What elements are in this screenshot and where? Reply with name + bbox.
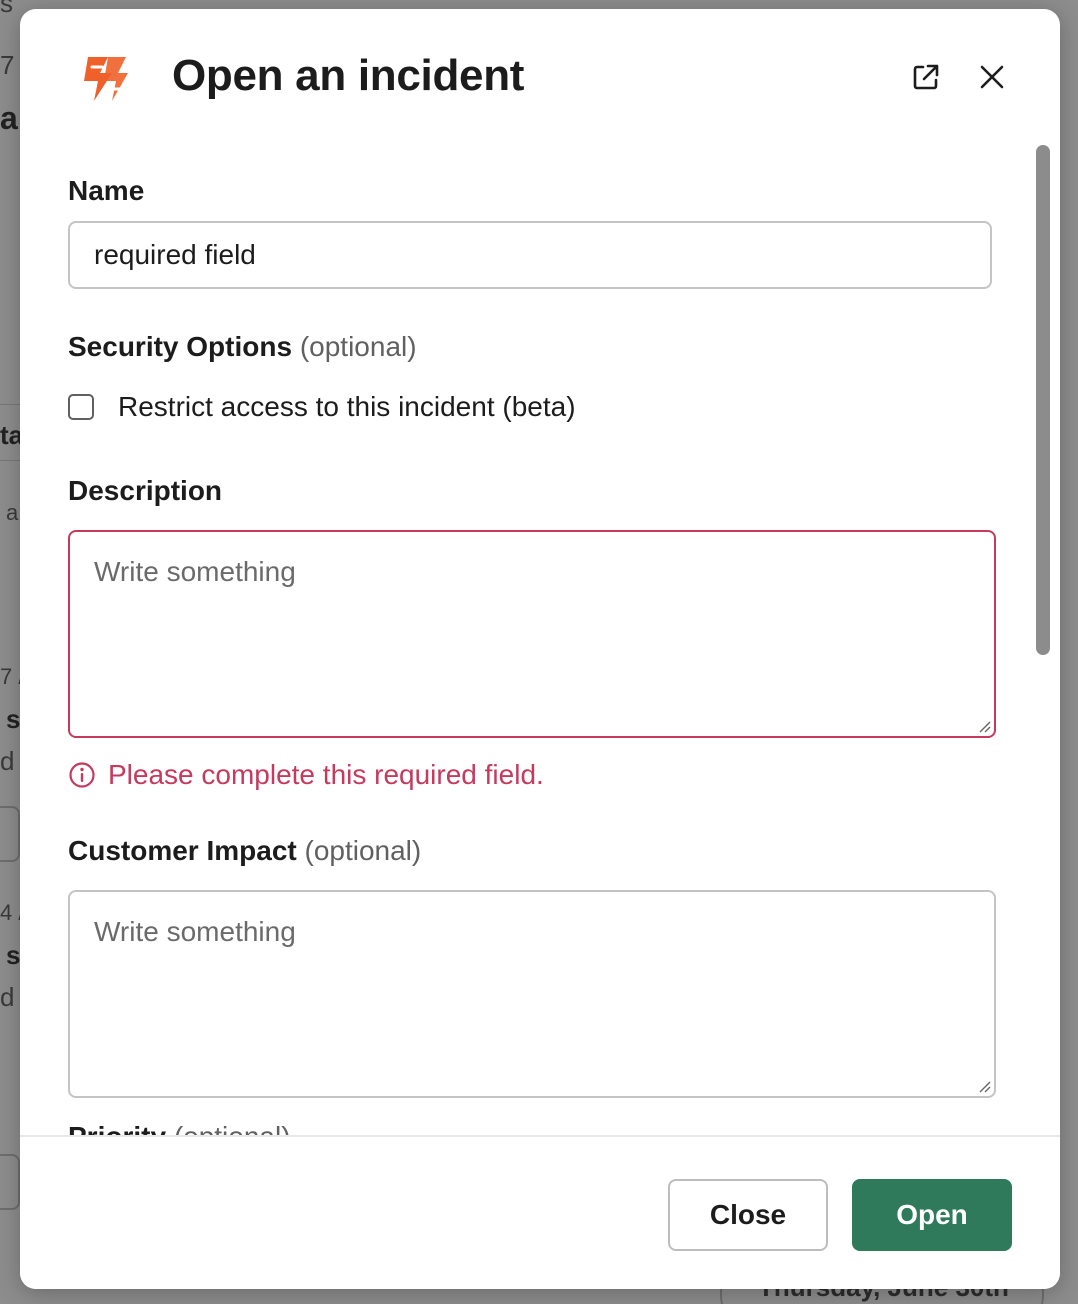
optional-tag: (optional) bbox=[299, 331, 417, 362]
modal-body: Name required field Security Options (op… bbox=[20, 145, 1060, 1135]
info-circle-icon bbox=[69, 762, 95, 788]
name-input-value: required field bbox=[94, 239, 256, 270]
optional-tag: (optional) bbox=[304, 835, 422, 866]
description-error-text: Please complete this required field. bbox=[108, 759, 544, 790]
resize-grip-icon[interactable] bbox=[976, 1078, 992, 1094]
modal-scrollbar[interactable] bbox=[1034, 145, 1050, 665]
description-textarea[interactable]: Write something bbox=[68, 530, 996, 738]
description-error: Please complete this required field. bbox=[68, 759, 544, 791]
incident-logo-icon bbox=[84, 57, 128, 101]
resize-grip-icon[interactable] bbox=[976, 718, 992, 734]
restrict-access-row[interactable]: Restrict access to this incident (beta) bbox=[68, 391, 576, 423]
modal-footer: Close Open bbox=[20, 1135, 1060, 1289]
open-incident-modal: Open an incident Name required field Sec… bbox=[20, 9, 1060, 1289]
name-label: Name bbox=[68, 175, 145, 206]
open-in-new-window-button[interactable] bbox=[906, 57, 946, 97]
name-input[interactable]: required field bbox=[68, 221, 992, 289]
modal-title: Open an incident bbox=[172, 51, 525, 100]
bg-text: 7 bbox=[0, 50, 15, 80]
priority-label: Priority (optional) bbox=[68, 1121, 291, 1135]
optional-tag: (optional) bbox=[174, 1121, 291, 1135]
close-icon bbox=[980, 65, 1004, 89]
restrict-access-checkbox[interactable] bbox=[68, 394, 94, 420]
bg-text: a bbox=[6, 500, 19, 525]
customer-impact-placeholder: Write something bbox=[94, 916, 296, 947]
close-modal-button[interactable] bbox=[972, 57, 1012, 97]
customer-impact-label: Customer Impact (optional) bbox=[68, 835, 422, 866]
customer-impact-textarea[interactable]: Write something bbox=[68, 890, 996, 1098]
security-options-label: Security Options (optional) bbox=[68, 331, 417, 362]
modal-header: Open an incident bbox=[20, 9, 1060, 145]
close-button[interactable]: Close bbox=[668, 1179, 828, 1251]
restrict-access-label[interactable]: Restrict access to this incident (beta) bbox=[118, 391, 576, 423]
open-button[interactable]: Open bbox=[852, 1179, 1012, 1251]
description-placeholder: Write something bbox=[94, 556, 296, 587]
bg-text: s bbox=[0, 0, 13, 18]
scrollbar-thumb[interactable] bbox=[1036, 145, 1050, 655]
bg-text: s bbox=[6, 704, 21, 734]
bg-text: s bbox=[6, 940, 21, 970]
external-link-icon bbox=[913, 64, 939, 90]
description-label: Description bbox=[68, 475, 223, 506]
